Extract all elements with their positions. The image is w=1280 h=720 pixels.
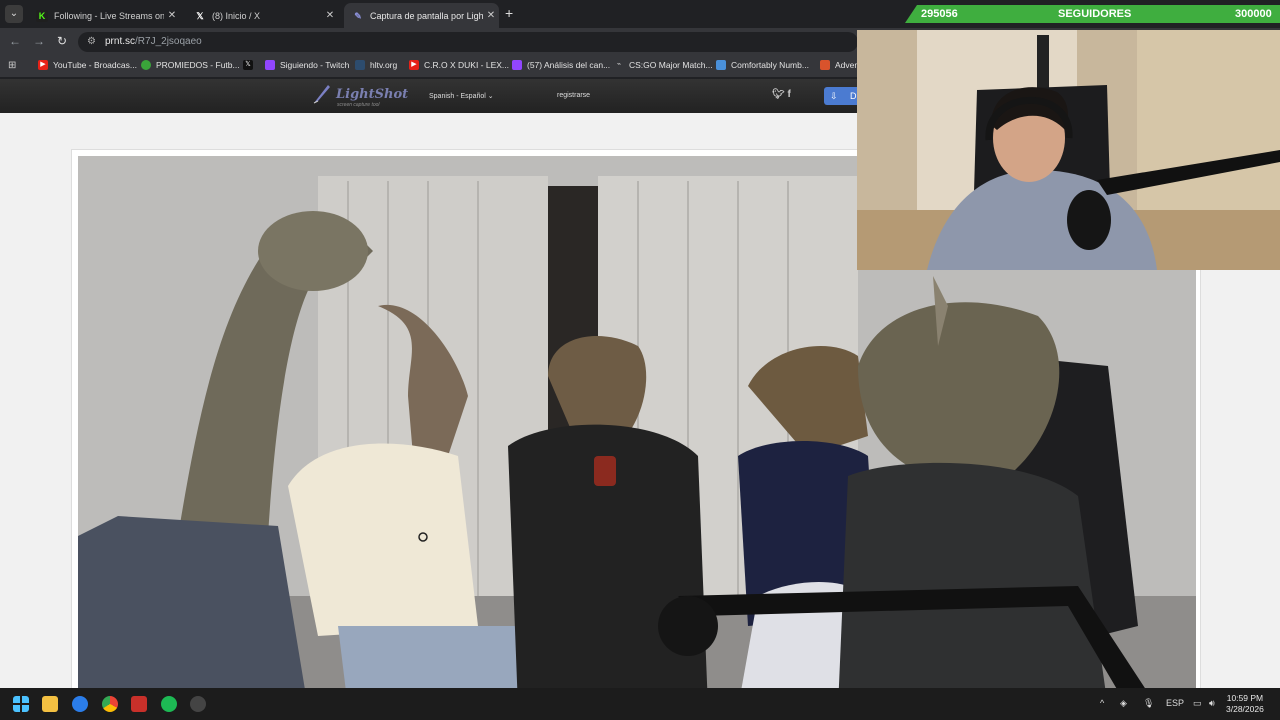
youtube-icon: ▶ [409, 60, 419, 70]
reload-icon[interactable]: ↻ [57, 34, 67, 48]
bookmark-cro-duki[interactable]: ▶ C.R.O X DUKI - LEX... [409, 60, 509, 70]
youtube-icon: ▶ [38, 60, 48, 70]
bookmark-csgo-major[interactable]: ⌁ CS:GO Major Match... [614, 60, 713, 70]
site-info-icon[interactable]: ⚙ [87, 36, 96, 47]
goal-label: SEGUIDORES [1058, 8, 1132, 20]
close-tab-icon[interactable]: ✕ [322, 10, 338, 21]
twitter-icon[interactable]: 🐦︎ [772, 89, 785, 100]
facebook-icon[interactable]: f [787, 89, 790, 100]
bookmark-icon [820, 60, 830, 70]
file-explorer-icon[interactable] [42, 696, 58, 712]
new-tab-button[interactable]: + [505, 5, 513, 21]
spotify-icon[interactable] [161, 696, 177, 712]
bookmark-analisis[interactable]: (57) Análisis del can... [512, 60, 610, 70]
url-text: prnt.sc/R7J_2jsoqaeo [105, 36, 202, 47]
bookmark-twitch[interactable]: Siguiendo - Twitch [265, 60, 349, 70]
address-bar[interactable]: ⚙ prnt.sc/R7J_2jsoqaeo [78, 32, 858, 52]
link-icon: ⌁ [616, 61, 622, 68]
follower-goal-bar: 295056 SEGUIDORES 300000 [905, 5, 1280, 23]
tab-kick[interactable]: K Following - Live Streams on Kic ✕ [28, 3, 180, 28]
download-icon: ⇩ [830, 91, 838, 101]
goal-current-count: 295056 [921, 8, 958, 20]
bookmark-x[interactable]: 𝕏 [243, 60, 258, 70]
twitch-icon [265, 60, 275, 70]
promiedos-icon [141, 60, 151, 70]
chrome-icon[interactable] [102, 696, 118, 712]
kick-icon: K [36, 9, 48, 22]
goal-target-count: 300000 [1235, 8, 1272, 20]
windows-taskbar: ^ ◈ 🎙︎ ESP ▭ 🔊︎ 10:59 PM 3/28/2026 [0, 688, 1280, 720]
tab-lightshot[interactable]: ✎ Captura de pantalla por Lightsh ✕ [344, 3, 499, 28]
tab-search-button[interactable]: ⌄ [5, 5, 23, 23]
bookmark-youtube[interactable]: ▶ YouTube - Broadcas... [38, 60, 137, 70]
bookmark-promiedos[interactable]: PROMIEDOS - Futb... [141, 60, 240, 70]
back-arrow-icon[interactable]: ← [9, 34, 21, 48]
bookmark-adven[interactable]: Adven [820, 60, 859, 70]
input-language[interactable]: ESP [1166, 698, 1184, 708]
streamer-webcam-image [857, 30, 1280, 270]
tab-x[interactable]: 𝕏 (8) Inicio / X ✕ [186, 3, 338, 28]
volume-tray-icon[interactable]: 🔊︎ [1209, 698, 1215, 709]
network-tray-icon[interactable]: ◈ [1120, 698, 1127, 709]
display-tray-icon[interactable]: ▭ [1193, 698, 1202, 709]
bookmark-icon [716, 60, 726, 70]
bookmark-hltv[interactable]: hltv.org [355, 60, 397, 70]
browser-tab-strip: ⌄ K Following - Live Streams on Kic ✕ 𝕏 … [0, 0, 1280, 28]
lightshot-icon: ✎ [354, 10, 362, 21]
hltv-icon [355, 60, 365, 70]
steam-icon[interactable] [190, 696, 206, 712]
bookmark-comfortably-numb[interactable]: Comfortably Numb... [716, 60, 809, 70]
streamer-webcam [857, 30, 1280, 270]
tray-overflow-icon[interactable]: ^ [1100, 698, 1104, 708]
microphone-tray-icon[interactable]: 🎙︎ [1143, 698, 1154, 709]
x-logo-icon: 𝕏 [243, 60, 253, 70]
language-selector[interactable]: Spanish - Español ⌄ [429, 92, 494, 100]
obs-recording-icon[interactable] [131, 696, 147, 712]
forward-arrow-icon[interactable]: → [33, 34, 45, 48]
apps-grid-icon[interactable]: ⊞ [8, 60, 16, 71]
twitch-icon [512, 60, 522, 70]
feather-icon [313, 85, 330, 104]
taskbar-clock[interactable]: 10:59 PM 3/28/2026 [1226, 693, 1264, 715]
edge-icon[interactable] [72, 696, 88, 712]
x-logo-icon: 𝕏 [196, 10, 204, 21]
social-share-icons[interactable]: 🐦︎ f [772, 89, 791, 100]
windows-start-icon[interactable] [13, 696, 29, 712]
register-link[interactable]: registrarse [557, 92, 590, 99]
lightshot-logo[interactable]: LightShot screen capture tool [312, 83, 408, 108]
close-tab-icon[interactable]: ✕ [164, 10, 180, 21]
close-tab-icon[interactable]: ✕ [483, 10, 499, 21]
